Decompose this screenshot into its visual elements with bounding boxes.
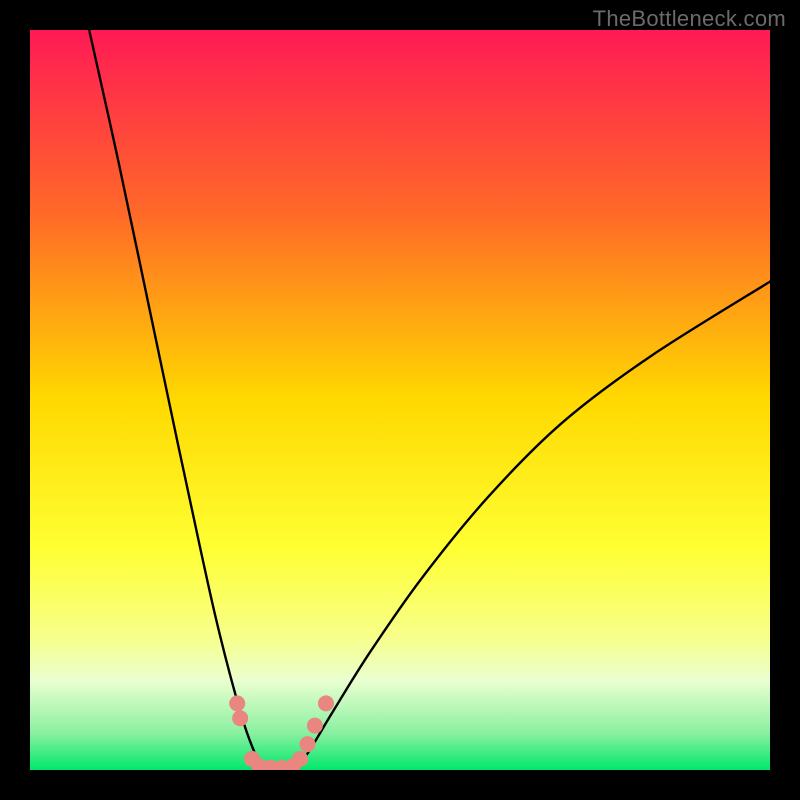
chart-svg	[30, 30, 770, 770]
chart-frame: TheBottleneck.com	[0, 0, 800, 800]
curve-marker	[292, 751, 308, 767]
curve-marker	[318, 695, 334, 711]
curve-marker	[232, 710, 248, 726]
chart-background	[30, 30, 770, 770]
watermark-text: TheBottleneck.com	[593, 6, 786, 32]
curve-marker	[229, 695, 245, 711]
curve-marker	[307, 718, 323, 734]
plot-area	[30, 30, 770, 770]
curve-marker	[300, 736, 316, 752]
